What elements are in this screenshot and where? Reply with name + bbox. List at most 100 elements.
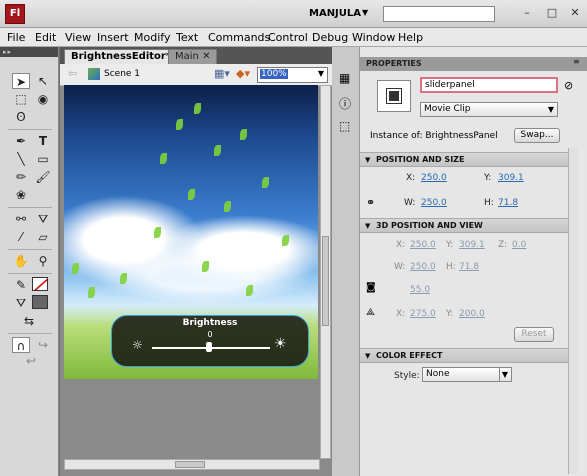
- subselection-tool-icon[interactable]: ↖: [34, 73, 52, 89]
- scene-label[interactable]: Scene 1: [104, 69, 140, 79]
- x-value[interactable]: 250.0: [421, 173, 447, 183]
- menu-edit[interactable]: Edit: [35, 31, 56, 44]
- x3d-label: X:: [396, 240, 406, 250]
- free-transform-tool-icon[interactable]: ⬚: [12, 91, 30, 107]
- leaf: [202, 261, 209, 272]
- color-style-select[interactable]: None ▼: [422, 367, 512, 382]
- info-icon[interactable]: ⓘ: [339, 95, 351, 112]
- menu-modify[interactable]: Modify: [134, 31, 170, 44]
- snap-to-objects-icon[interactable]: ∩: [12, 337, 30, 353]
- library-icon[interactable]: ▦: [339, 71, 350, 85]
- line-tool-icon[interactable]: ╲: [12, 151, 30, 167]
- deco-tool-icon[interactable]: ❀: [12, 187, 30, 203]
- fill-color-swatch[interactable]: [32, 295, 48, 309]
- h3d-value[interactable]: 71.8: [459, 262, 479, 272]
- pencil-tool-icon[interactable]: ✏: [12, 169, 30, 185]
- swap-colors-icon[interactable]: ⇆: [20, 313, 38, 329]
- eraser-tool-icon[interactable]: ▱: [34, 229, 52, 245]
- panel-menu-icon[interactable]: ≡: [573, 57, 580, 66]
- straighten-icon[interactable]: ↩: [22, 353, 40, 369]
- text-tool-icon[interactable]: T: [34, 133, 52, 149]
- properties-scrollbar[interactable]: [568, 148, 578, 474]
- scene-icon: [88, 68, 100, 80]
- help-icon[interactable]: ⊘: [564, 79, 573, 92]
- maximize-button[interactable]: □: [545, 6, 559, 19]
- menu-debug[interactable]: Debug: [312, 31, 348, 44]
- stage-canvas[interactable]: Brightness 0 ☼ ☀: [64, 85, 318, 379]
- menu-commands[interactable]: Commands: [208, 31, 270, 44]
- section-title: POSITION AND SIZE: [376, 155, 465, 164]
- transform-icon[interactable]: ⬚: [339, 119, 350, 133]
- workspace-dropdown-icon[interactable]: ▼: [362, 8, 368, 17]
- perspective-angle-value[interactable]: 55.0: [410, 285, 430, 295]
- brightness-slider-thumb[interactable]: [206, 342, 212, 352]
- brush-tool-icon[interactable]: 🖌: [34, 169, 52, 185]
- lasso-tool-icon[interactable]: ʘ: [12, 109, 30, 125]
- section-3d-position-view[interactable]: ▼ 3D POSITION AND VIEW: [360, 218, 574, 233]
- menu-insert[interactable]: Insert: [97, 31, 129, 44]
- 3d-rotation-tool-icon[interactable]: ◉: [34, 91, 52, 107]
- scroll-thumb[interactable]: [175, 461, 205, 468]
- menu-window[interactable]: Window: [352, 31, 395, 44]
- menu-text[interactable]: Text: [176, 31, 198, 44]
- z3d-value[interactable]: 0.0: [512, 240, 526, 250]
- swap-button[interactable]: Swap...: [514, 128, 560, 143]
- hand-tool-icon[interactable]: ✋: [12, 253, 30, 269]
- minimize-button[interactable]: –: [520, 6, 534, 19]
- help-search-input[interactable]: [383, 6, 495, 22]
- menu-control[interactable]: Control: [268, 31, 308, 44]
- zoom-select[interactable]: 100% ▼: [257, 67, 328, 83]
- zoom-tool-icon[interactable]: ⚲: [34, 253, 52, 269]
- instance-name-input[interactable]: sliderpanel: [420, 77, 558, 93]
- instance-of-label: Instance of: BrightnessPanel: [370, 131, 498, 141]
- panel-icon-strip: ▦ ⓘ ⬚: [332, 47, 360, 476]
- leaf: [188, 189, 195, 200]
- stroke-color-swatch[interactable]: [32, 277, 48, 291]
- vp-y-value[interactable]: 200.0: [459, 309, 485, 319]
- back-arrow-icon[interactable]: ⇦: [68, 67, 77, 80]
- chevron-down-icon: ▼: [498, 368, 508, 381]
- w-value[interactable]: 250.0: [421, 198, 447, 208]
- h-label: H:: [484, 198, 494, 208]
- menu-help[interactable]: Help: [398, 31, 423, 44]
- w3d-value[interactable]: 250.0: [410, 262, 436, 272]
- smooth-icon[interactable]: ↪: [34, 337, 52, 353]
- vp-x-value[interactable]: 275.0: [410, 309, 436, 319]
- y-value[interactable]: 309.1: [498, 173, 524, 183]
- leaf: [214, 145, 221, 156]
- document-tabs: BrightnessEditor* ✕ Main ✕: [60, 47, 332, 64]
- pen-tool-icon[interactable]: ✒: [12, 133, 30, 149]
- link-icon[interactable]: ⚭: [366, 196, 375, 209]
- fill-color-icon[interactable]: ⛛: [12, 295, 30, 311]
- vertical-scrollbar[interactable]: [320, 85, 331, 459]
- section-color-effect[interactable]: ▼ COLOR EFFECT: [360, 348, 574, 363]
- symbol-type-select[interactable]: Movie Clip ▼: [420, 102, 558, 117]
- leaf: [120, 273, 127, 284]
- stroke-color-icon[interactable]: ✎: [12, 277, 30, 293]
- workspace-switcher[interactable]: MANJULA: [309, 8, 361, 19]
- horizontal-scrollbar[interactable]: [64, 459, 320, 470]
- close-tab-icon[interactable]: ✕: [202, 51, 210, 62]
- reset-button[interactable]: Reset: [514, 327, 554, 342]
- x3d-value[interactable]: 250.0: [410, 240, 436, 250]
- tools-panel-grip[interactable]: ▸▸: [0, 47, 58, 57]
- scroll-thumb[interactable]: [322, 236, 329, 326]
- h-value[interactable]: 71.8: [498, 198, 518, 208]
- tab-main[interactable]: Main ✕: [168, 49, 218, 64]
- eyedropper-tool-icon[interactable]: ⁄: [12, 229, 30, 245]
- menu-file[interactable]: File: [7, 31, 25, 44]
- edit-symbols-icon[interactable]: ◆▾: [236, 67, 250, 80]
- sun-dim-icon: ☼: [132, 338, 143, 352]
- brightness-panel[interactable]: Brightness 0 ☼ ☀: [111, 315, 309, 367]
- menu-view[interactable]: View: [65, 31, 91, 44]
- section-position-size[interactable]: ▼ POSITION AND SIZE: [360, 152, 574, 167]
- rectangle-tool-icon[interactable]: ▭: [34, 151, 52, 167]
- y3d-value[interactable]: 309.1: [459, 240, 485, 250]
- close-button[interactable]: ✕: [568, 6, 582, 19]
- leaf: [72, 263, 79, 274]
- selection-tool-icon[interactable]: ➤: [12, 73, 30, 89]
- paint-bucket-tool-icon[interactable]: ⛛: [34, 211, 52, 227]
- bone-tool-icon[interactable]: ⚯: [12, 211, 30, 227]
- edit-scene-icon[interactable]: ▦▾: [214, 67, 230, 80]
- leaf: [154, 227, 161, 238]
